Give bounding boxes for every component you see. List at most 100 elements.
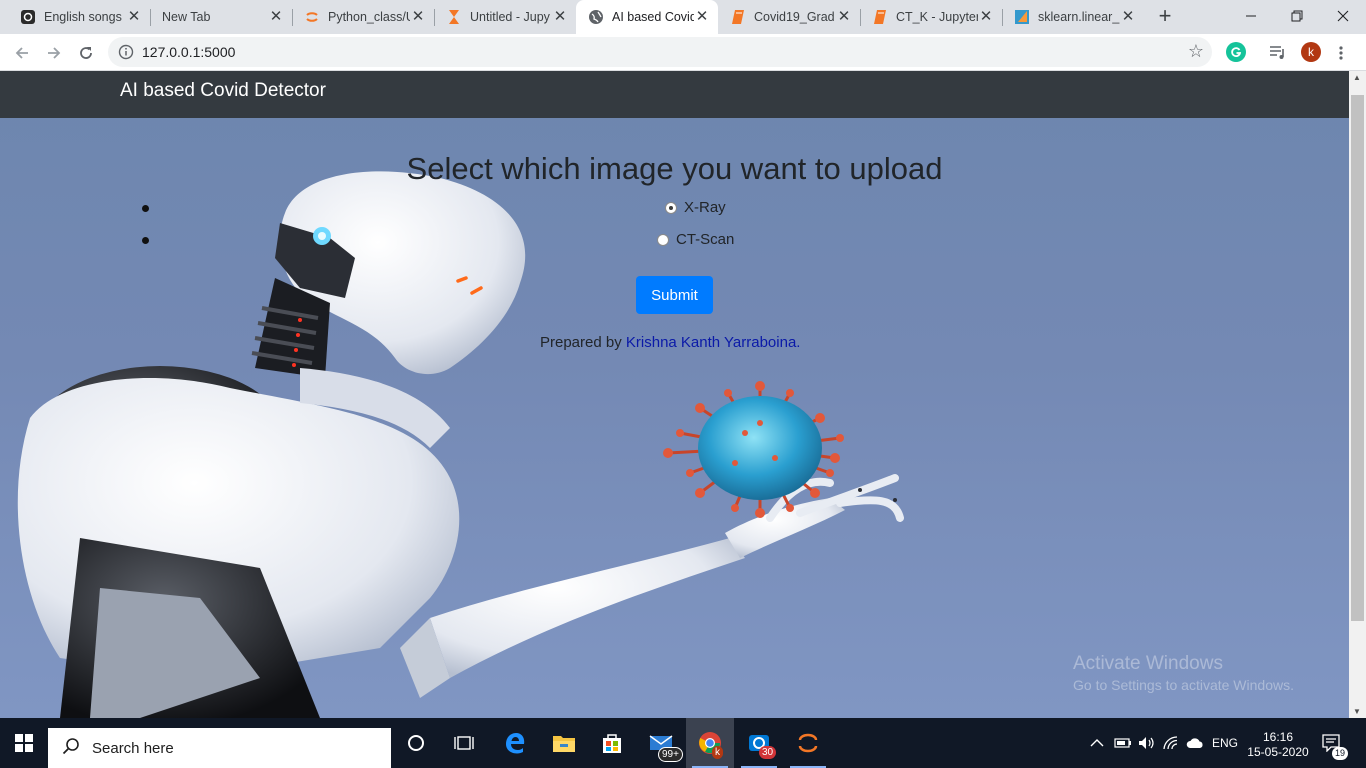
- windows-start-icon[interactable]: [0, 718, 48, 768]
- page-heading: Select which image you want to upload: [406, 151, 943, 186]
- minimize-button[interactable]: [1228, 0, 1274, 32]
- activation-watermark-subtitle: Go to Settings to activate Windows.: [1073, 677, 1294, 693]
- hourglass-icon: [446, 9, 462, 25]
- close-icon[interactable]: ✕: [1120, 9, 1136, 25]
- notebook-icon: [730, 9, 746, 25]
- media-control-icon[interactable]: [1268, 42, 1288, 62]
- edge-browser-icon[interactable]: [491, 718, 539, 768]
- search-icon: [62, 737, 80, 760]
- show-hidden-icons[interactable]: [1090, 718, 1104, 768]
- xray-option[interactable]: X-Ray: [665, 199, 726, 216]
- ctscan-label: CT-Scan: [676, 231, 735, 248]
- onedrive-cloud-icon[interactable]: [1186, 718, 1204, 768]
- taskbar-clock[interactable]: 16:16 15-05-2020: [1245, 730, 1311, 760]
- close-icon[interactable]: ✕: [836, 9, 852, 25]
- tab-ct-k-jupyter[interactable]: CT_K - Jupyter ✕: [860, 0, 1002, 34]
- scrollbar-thumb[interactable]: [1351, 95, 1364, 621]
- wifi-icon[interactable]: [1163, 718, 1181, 768]
- tab-ai-covid[interactable]: AI based Covid ✕: [576, 0, 718, 34]
- skype-badge: 30: [759, 746, 777, 759]
- web-page: AI based Covid Detector Select which ima…: [0, 71, 1349, 718]
- reload-button[interactable]: [73, 40, 99, 66]
- tab-title: Untitled - Jupy: [470, 10, 550, 24]
- taskbar-search-box[interactable]: Search here: [48, 728, 391, 768]
- chrome-taskbar-icon[interactable]: k: [686, 718, 734, 768]
- notebook-icon: [872, 9, 888, 25]
- list-bullet: [142, 237, 149, 244]
- tab-untitled-jupyter[interactable]: Untitled - Jupy ✕: [434, 0, 576, 34]
- store-icon[interactable]: [588, 718, 636, 768]
- mail-badge: 99+: [658, 747, 683, 762]
- profile-avatar[interactable]: k: [1301, 42, 1321, 62]
- close-icon[interactable]: ✕: [978, 9, 994, 25]
- sklearn-icon: [1014, 9, 1030, 25]
- restore-button[interactable]: [1274, 0, 1320, 32]
- tab-title: English songs: [44, 10, 122, 24]
- top-navbar: AI based Covid Detector: [0, 71, 1349, 118]
- tab-title: New Tab: [162, 10, 211, 24]
- language-indicator[interactable]: ENG: [1212, 718, 1238, 768]
- tab-title: CT_K - Jupyter: [896, 10, 978, 24]
- list-bullet: [142, 205, 149, 212]
- skype-icon[interactable]: 30: [735, 718, 783, 768]
- tab-python-class[interactable]: Python_class/U ✕: [292, 0, 434, 34]
- scroll-up-arrow-icon[interactable]: ▲: [1353, 73, 1361, 82]
- grammarly-icon[interactable]: [1226, 42, 1246, 62]
- author-link[interactable]: Krishna Kanth Yarraboina: [626, 334, 796, 351]
- xray-radio[interactable]: [665, 201, 677, 214]
- close-window-button[interactable]: [1320, 0, 1366, 32]
- brand-title[interactable]: AI based Covid Detector: [120, 80, 326, 102]
- volume-icon[interactable]: [1138, 718, 1156, 768]
- credits-suffix: .: [796, 334, 801, 351]
- mail-icon[interactable]: 99+: [637, 718, 685, 768]
- vertical-scrollbar[interactable]: ▲ ▼: [1349, 71, 1366, 718]
- activation-watermark-title: Activate Windows: [1073, 653, 1223, 674]
- jupyter-taskbar-icon[interactable]: [784, 718, 832, 768]
- clock-time: 16:16: [1262, 730, 1294, 744]
- xray-label: X-Ray: [684, 199, 726, 216]
- tab-title: sklearn.linear_: [1038, 10, 1120, 24]
- tab-covid19-grad[interactable]: Covid19_Grad ✕: [718, 0, 860, 34]
- submit-button[interactable]: Submit: [636, 276, 713, 314]
- forward-button[interactable]: [41, 40, 67, 66]
- menu-kebab-icon[interactable]: [1328, 40, 1354, 66]
- scroll-down-arrow-icon[interactable]: ▼: [1353, 707, 1361, 716]
- notification-count-badge: 19: [1332, 747, 1349, 760]
- close-icon[interactable]: ✕: [694, 9, 710, 25]
- chrome-profile-badge: k: [712, 746, 723, 759]
- tab-strip: English songs ✕ New Tab ✕ Python_class/U…: [0, 0, 1366, 34]
- close-icon[interactable]: ✕: [126, 9, 142, 25]
- clock-date: 15-05-2020: [1247, 745, 1309, 759]
- tab-title: Python_class/U: [328, 10, 410, 24]
- bookmark-star-icon[interactable]: ☆: [1188, 41, 1204, 62]
- browser-toolbar: 127.0.0.1:5000 ☆ k: [0, 34, 1366, 71]
- tab-title: AI based Covid: [612, 10, 694, 24]
- ctscan-radio[interactable]: [657, 233, 669, 246]
- new-tab-button[interactable]: +: [1153, 5, 1177, 29]
- windows-taskbar: Search here 99+ k 30 ENG 16:16 15-05-202…: [0, 718, 1366, 768]
- jupyter-icon: [304, 9, 320, 25]
- notification-center-icon[interactable]: 19: [1322, 718, 1349, 768]
- address-bar[interactable]: 127.0.0.1:5000 ☆: [108, 37, 1212, 67]
- info-icon[interactable]: [118, 44, 134, 60]
- music-icon: [20, 9, 36, 25]
- tab-english-songs[interactable]: English songs ✕: [8, 0, 150, 34]
- search-placeholder: Search here: [92, 739, 174, 757]
- close-icon[interactable]: ✕: [268, 9, 284, 25]
- globe-icon: [588, 9, 604, 25]
- file-explorer-icon[interactable]: [540, 718, 588, 768]
- tab-title: Covid19_Grad: [754, 10, 835, 24]
- tab-new-tab[interactable]: New Tab ✕: [150, 0, 292, 34]
- back-button[interactable]: [9, 40, 35, 66]
- tab-sklearn[interactable]: sklearn.linear_ ✕: [1002, 0, 1144, 34]
- close-icon[interactable]: ✕: [552, 9, 568, 25]
- virus-icon: [663, 381, 844, 518]
- url-text: 127.0.0.1:5000: [142, 44, 236, 60]
- close-icon[interactable]: ✕: [410, 9, 426, 25]
- task-view-icon[interactable]: [440, 718, 488, 768]
- credits-line: Prepared by Krishna Kanth Yarraboina.: [540, 334, 800, 351]
- ctscan-option[interactable]: CT-Scan: [657, 231, 734, 248]
- cortana-icon[interactable]: [392, 718, 440, 768]
- credits-prefix: Prepared by: [540, 334, 626, 351]
- battery-icon[interactable]: [1114, 718, 1132, 768]
